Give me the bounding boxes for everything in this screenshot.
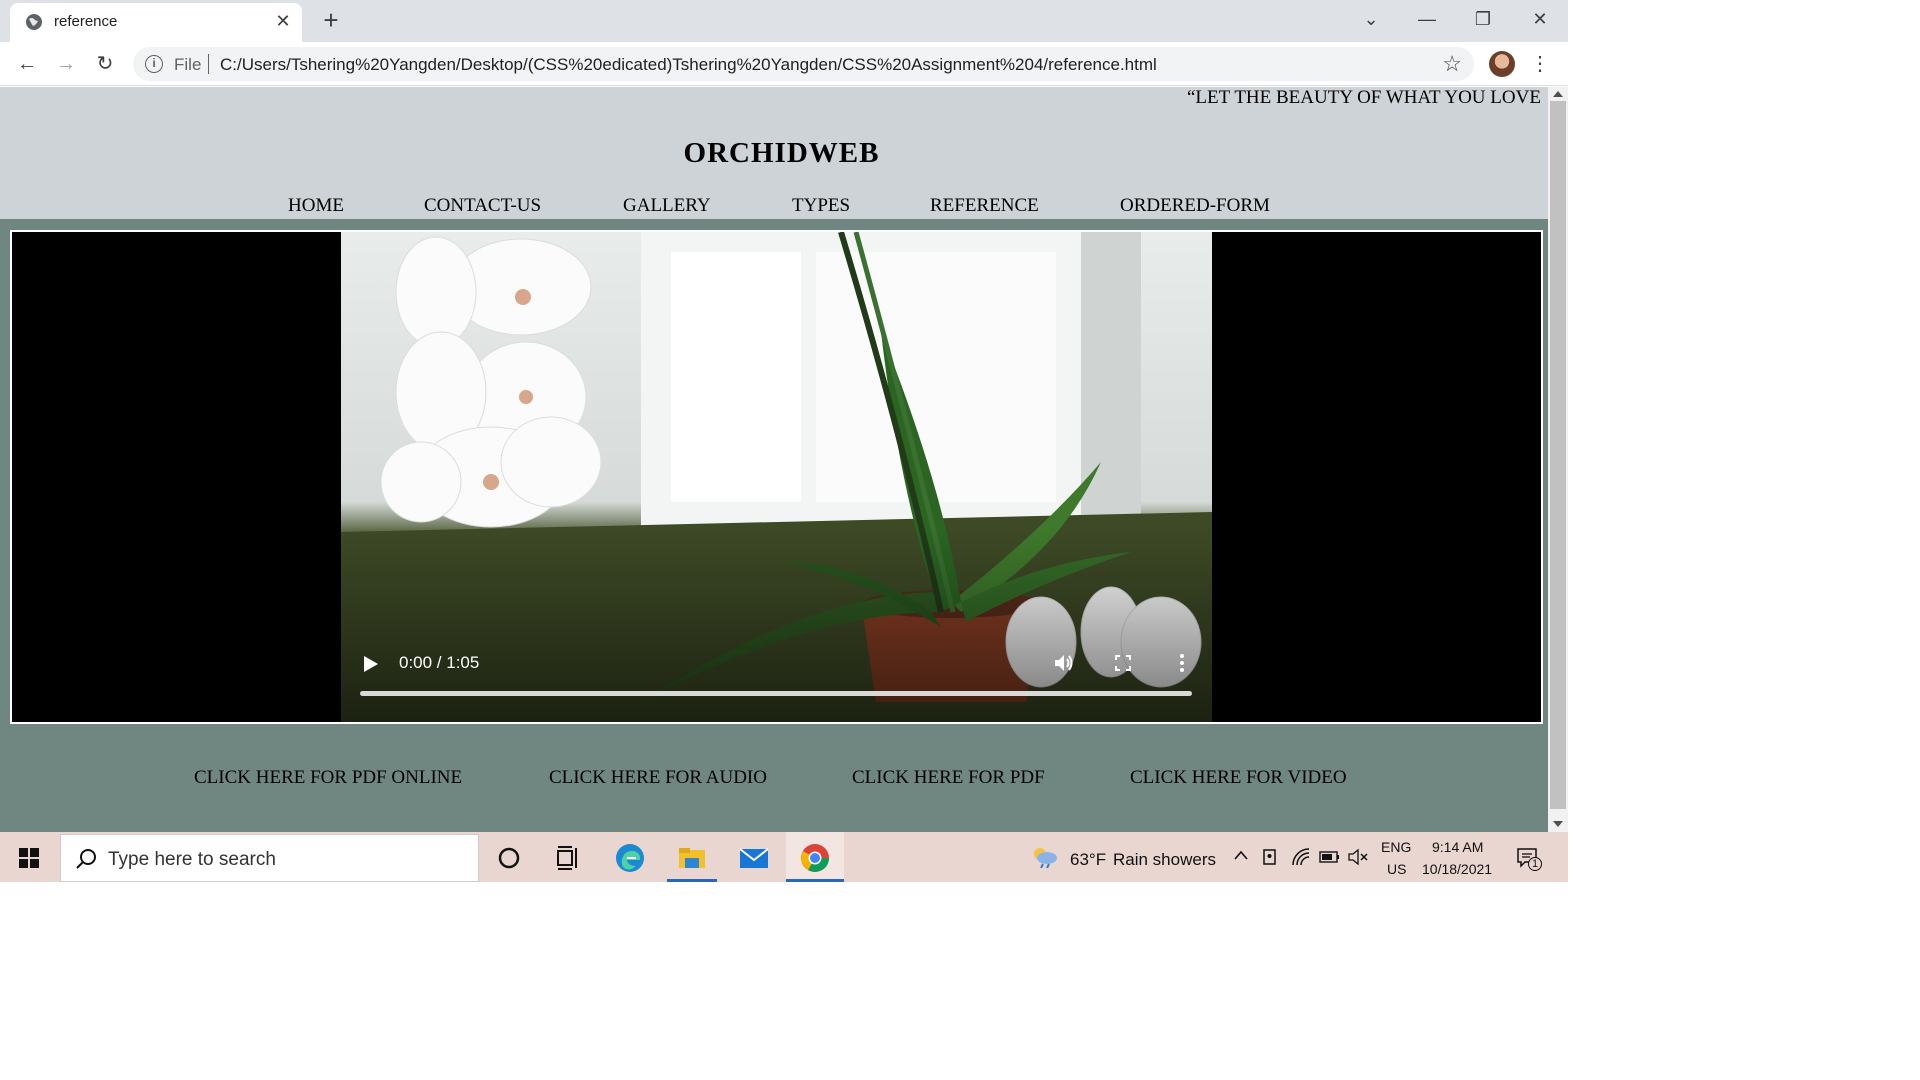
globe-icon	[26, 14, 42, 30]
scroll-thumb[interactable]	[1550, 101, 1566, 809]
file-explorer-active-indicator	[667, 879, 717, 882]
wifi-icon[interactable]	[1291, 847, 1313, 867]
file-explorer-icon[interactable]	[676, 842, 708, 874]
restore-button[interactable]: ❐	[1468, 6, 1498, 32]
tab-search-icon[interactable]: ⌄	[1356, 6, 1386, 32]
volume-icon[interactable]	[1053, 652, 1075, 674]
address-bar[interactable]: i File C:/Users/Tshering%20Yangden/Deskt…	[133, 47, 1474, 81]
browser-toolbar: ← → ↻ i File C:/Users/Tshering%20Yangden…	[0, 42, 1568, 86]
language-code[interactable]: ENG	[1381, 839, 1411, 855]
battery-icon[interactable]	[1319, 850, 1341, 864]
address-separator	[208, 54, 209, 74]
clock-date[interactable]: 10/18/2021	[1422, 861, 1492, 877]
site-title: ORCHIDWEB	[683, 137, 880, 169]
forward-button[interactable]: →	[53, 51, 79, 77]
nav-contact-us[interactable]: CONTACT-US	[424, 195, 541, 217]
mail-icon[interactable]	[738, 842, 770, 874]
back-button[interactable]: ←	[14, 51, 40, 77]
quote-marquee: “LET THE BEAUTY OF WHAT YOU LOVE	[1187, 87, 1541, 108]
video-time: 0:00 / 1:05	[399, 653, 480, 672]
task-view-icon[interactable]	[552, 842, 584, 874]
nav-home[interactable]: HOME	[288, 195, 344, 217]
meet-now-icon[interactable]	[1262, 847, 1280, 867]
nav-types[interactable]: TYPES	[792, 195, 850, 217]
nav-ordered-form[interactable]: ORDERED-FORM	[1120, 195, 1270, 217]
clock-time[interactable]: 9:14 AM	[1432, 839, 1483, 855]
close-tab-icon[interactable]: ✕	[273, 11, 293, 31]
language-region[interactable]: US	[1387, 861, 1406, 877]
volume-muted-icon[interactable]	[1348, 848, 1370, 866]
bookmark-star-icon[interactable]: ☆	[1442, 51, 1462, 77]
orchid-video-image	[341, 232, 1212, 722]
weather-icon[interactable]	[1031, 846, 1059, 868]
video-player[interactable]: 0:00 / 1:05	[10, 230, 1543, 724]
nav-reference[interactable]: REFERENCE	[930, 195, 1039, 217]
search-placeholder: Type here to search	[108, 849, 276, 870]
more-options-icon[interactable]	[1177, 653, 1187, 673]
site-header: “LET THE BEAUTY OF WHAT YOU LOVE ORCHIDW…	[0, 87, 1548, 219]
chevron-up-icon[interactable]	[1233, 849, 1249, 861]
page-scrollbar[interactable]	[1548, 87, 1568, 832]
address-scheme-label: File	[174, 55, 202, 74]
weather-temperature[interactable]: 63°F	[1070, 850, 1106, 870]
tab-title: reference	[54, 13, 118, 30]
scroll-down-icon[interactable]	[1553, 821, 1563, 827]
chrome-active-indicator	[786, 879, 844, 882]
audio-link[interactable]: CLICK HERE FOR AUDIO	[549, 767, 767, 789]
taskbar-search-box[interactable]: Type here to search	[60, 834, 479, 882]
weather-description[interactable]: Rain showers	[1113, 850, 1216, 870]
info-icon[interactable]: i	[145, 55, 163, 73]
tab-strip: reference ✕ + ⌄ — ❐ ✕	[0, 0, 1568, 42]
close-window-button[interactable]: ✕	[1525, 6, 1555, 32]
browser-menu-icon[interactable]: ⋮	[1530, 52, 1550, 76]
notification-count: 1	[1532, 858, 1539, 870]
page-viewport: “LET THE BEAUTY OF WHAT YOU LOVE ORCHIDW…	[0, 87, 1548, 832]
cortana-icon[interactable]	[493, 842, 525, 874]
pdf-online-link[interactable]: CLICK HERE FOR PDF ONLINE	[194, 767, 462, 789]
address-url[interactable]: C:/Users/Tshering%20Yangden/Desktop/(CSS…	[220, 55, 1157, 75]
windows-start-icon[interactable]	[19, 848, 39, 868]
search-icon	[76, 849, 96, 869]
chrome-icon[interactable]	[799, 842, 831, 874]
video-progress-bar[interactable]	[360, 691, 1192, 696]
play-icon[interactable]	[363, 655, 379, 673]
edge-icon[interactable]	[614, 842, 646, 874]
browser-tab[interactable]: reference ✕	[10, 3, 302, 42]
video-link[interactable]: CLICK HERE FOR VIDEO	[1130, 767, 1347, 789]
nav-gallery[interactable]: GALLERY	[623, 195, 711, 217]
orchid-video-frame[interactable]: 0:00 / 1:05	[341, 232, 1212, 722]
minimize-button[interactable]: —	[1412, 6, 1442, 32]
scroll-up-icon[interactable]	[1553, 91, 1563, 97]
windows-taskbar: Type here to search 63°F Rain showers EN…	[0, 832, 1568, 882]
reload-button[interactable]: ↻	[92, 51, 118, 77]
fullscreen-icon[interactable]	[1115, 655, 1131, 671]
new-tab-button[interactable]: +	[318, 7, 344, 33]
profile-avatar[interactable]	[1489, 51, 1515, 77]
pdf-link[interactable]: CLICK HERE FOR PDF	[852, 767, 1045, 789]
